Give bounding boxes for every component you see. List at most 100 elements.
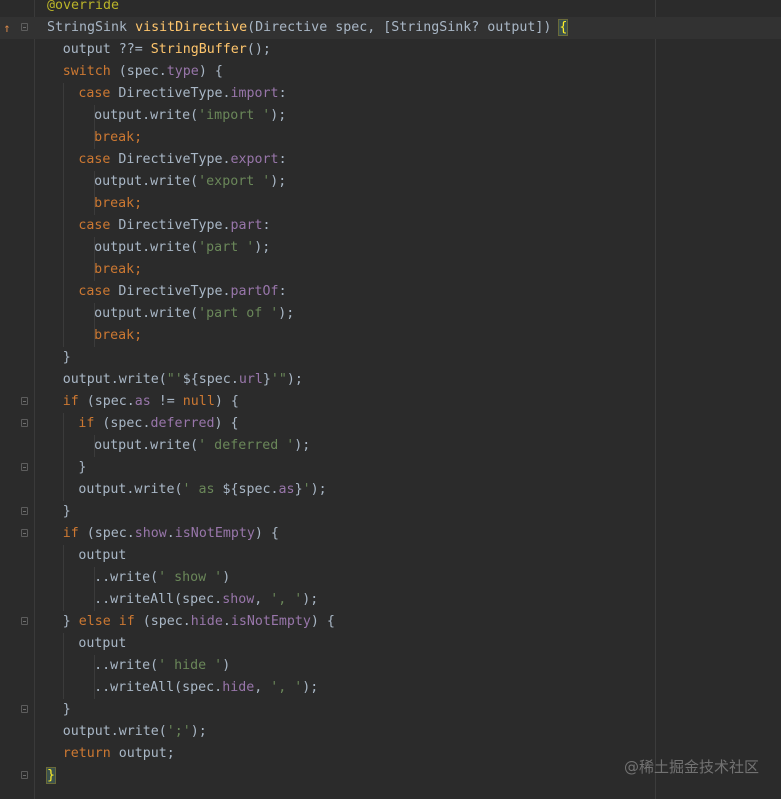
code-line-text: output ??= StringBuffer(); <box>63 39 271 61</box>
code-line[interactable]: output <box>0 545 781 567</box>
code-token: break <box>94 328 135 343</box>
indent-guide <box>62 457 64 479</box>
code-token: (spec. <box>134 614 191 629</box>
code-line-text: if (spec.deferred) { <box>78 413 238 435</box>
code-line[interactable]: if (spec.deferred) { <box>0 413 781 435</box>
code-line[interactable]: ..write(' hide ') <box>0 655 781 677</box>
code-token: , <box>254 680 271 695</box>
code-token: show <box>222 592 255 607</box>
code-line[interactable]: ..writeAll(spec.show, ', '); <box>0 589 781 611</box>
code-line[interactable]: switch (spec.type) { <box>0 61 781 83</box>
code-line-text: break; <box>94 259 142 281</box>
code-line[interactable]: case DirectiveType.import: <box>0 83 781 105</box>
matched-brace: } <box>45 767 57 784</box>
code-area[interactable]: @override ↑ StringSink visitDirective(Dire… <box>0 0 781 787</box>
code-token: ' hide ' <box>158 658 223 673</box>
code-line[interactable]: } <box>0 501 781 523</box>
fold-marker-icon[interactable] <box>21 771 28 779</box>
code-token: . <box>166 526 175 541</box>
watermark: @稀土掘金技术社区 <box>623 758 759 776</box>
code-token: 'part ' <box>198 240 255 255</box>
code-line[interactable]: } <box>0 347 781 369</box>
code-line[interactable]: } else if (spec.hide.isNotEmpty) { <box>0 611 781 633</box>
code-token: hide <box>222 680 255 695</box>
code-token: ); <box>254 240 271 255</box>
code-token: break <box>94 196 135 211</box>
code-line[interactable]: output.write('part '); <box>0 237 781 259</box>
indent-guide <box>62 303 64 325</box>
code-token: != <box>150 394 183 409</box>
code-line[interactable]: output.write('export '); <box>0 171 781 193</box>
code-token: ..writeAll(spec. <box>94 680 223 695</box>
code-token: ) { <box>198 64 223 79</box>
code-line-text: ..write(' hide ') <box>94 655 230 677</box>
code-line-text: output.write(' as ${spec.as}'); <box>78 479 326 501</box>
code-token: ; <box>134 328 143 343</box>
fold-marker-icon[interactable] <box>21 507 28 515</box>
code-line-text: output.write(';'); <box>63 721 207 743</box>
code-line[interactable]: output ??= StringBuffer(); <box>0 39 781 61</box>
code-line[interactable]: break; <box>0 127 781 149</box>
code-line[interactable]: ..writeAll(spec.hide, ', '); <box>0 677 781 699</box>
code-token: ..write( <box>94 570 159 585</box>
code-editor[interactable]: @override ↑ StringSink visitDirective(Dire… <box>0 0 781 799</box>
code-line-text: case DirectiveType.export: <box>78 149 286 171</box>
code-line[interactable]: case DirectiveType.partOf: <box>0 281 781 303</box>
code-line[interactable]: case DirectiveType.export: <box>0 149 781 171</box>
code-token: ; <box>134 262 143 277</box>
code-token: : <box>278 152 287 167</box>
code-line[interactable]: output.write('import '); <box>0 105 781 127</box>
code-token: } <box>62 702 71 717</box>
code-line-text: output <box>78 633 126 655</box>
code-token: DirectiveType. <box>110 218 231 233</box>
code-line[interactable]: if (spec.as != null) { <box>0 391 781 413</box>
code-line[interactable]: output.write(' as ${spec.as}'); <box>0 479 781 501</box>
code-line[interactable]: } <box>0 457 781 479</box>
code-token: ' deferred ' <box>198 438 295 453</box>
code-line[interactable]: output.write("'${spec.url}'"); <box>0 369 781 391</box>
code-token: output.write( <box>62 724 167 739</box>
code-token: : <box>262 218 271 233</box>
fold-marker-icon[interactable] <box>21 23 28 31</box>
override-up-arrow-icon[interactable]: ↑ <box>0 17 14 39</box>
fold-marker-icon[interactable] <box>21 397 28 405</box>
code-token: ) { <box>310 614 335 629</box>
indent-guide <box>62 655 64 677</box>
code-token: DirectiveType. <box>110 284 231 299</box>
code-token: : <box>278 86 287 101</box>
code-token: ); <box>190 724 207 739</box>
code-token: ; <box>134 196 143 211</box>
code-line[interactable]: output.write('part of '); <box>0 303 781 325</box>
code-token: if <box>78 416 95 431</box>
code-line[interactable]: } <box>0 699 781 721</box>
code-token: type <box>166 64 199 79</box>
code-line-text: break; <box>94 127 142 149</box>
code-line-text: switch (spec.type) { <box>63 61 223 83</box>
code-line[interactable]: ..write(' show ') <box>0 567 781 589</box>
code-token: case <box>78 86 111 101</box>
fold-marker-icon[interactable] <box>21 705 28 713</box>
code-line[interactable]: output <box>0 633 781 655</box>
fold-marker-icon[interactable] <box>21 419 28 427</box>
code-line-text: case DirectiveType.partOf: <box>78 281 286 303</box>
code-token: if <box>62 526 79 541</box>
code-token: ) { <box>214 416 239 431</box>
code-line[interactable]: case DirectiveType.part: <box>0 215 781 237</box>
code-line[interactable]: @override <box>0 0 781 17</box>
code-token: output; <box>110 746 175 761</box>
code-token: part <box>230 218 263 233</box>
code-line[interactable]: ↑ StringSink visitDirective(Directive spe… <box>0 17 781 39</box>
code-line[interactable]: break; <box>0 193 781 215</box>
code-line-text: ..writeAll(spec.show, ', '); <box>94 589 318 611</box>
code-line[interactable]: output.write(';'); <box>0 721 781 743</box>
fold-marker-icon[interactable] <box>21 463 28 471</box>
fold-marker-icon[interactable] <box>21 529 28 537</box>
indent-guide <box>62 589 64 611</box>
code-line[interactable]: output.write(' deferred '); <box>0 435 781 457</box>
code-line[interactable]: if (spec.show.isNotEmpty) { <box>0 523 781 545</box>
indent-guide <box>62 83 64 105</box>
fold-marker-icon[interactable] <box>21 617 28 625</box>
indent-guide <box>62 237 64 259</box>
code-line[interactable]: break; <box>0 325 781 347</box>
code-line[interactable]: break; <box>0 259 781 281</box>
